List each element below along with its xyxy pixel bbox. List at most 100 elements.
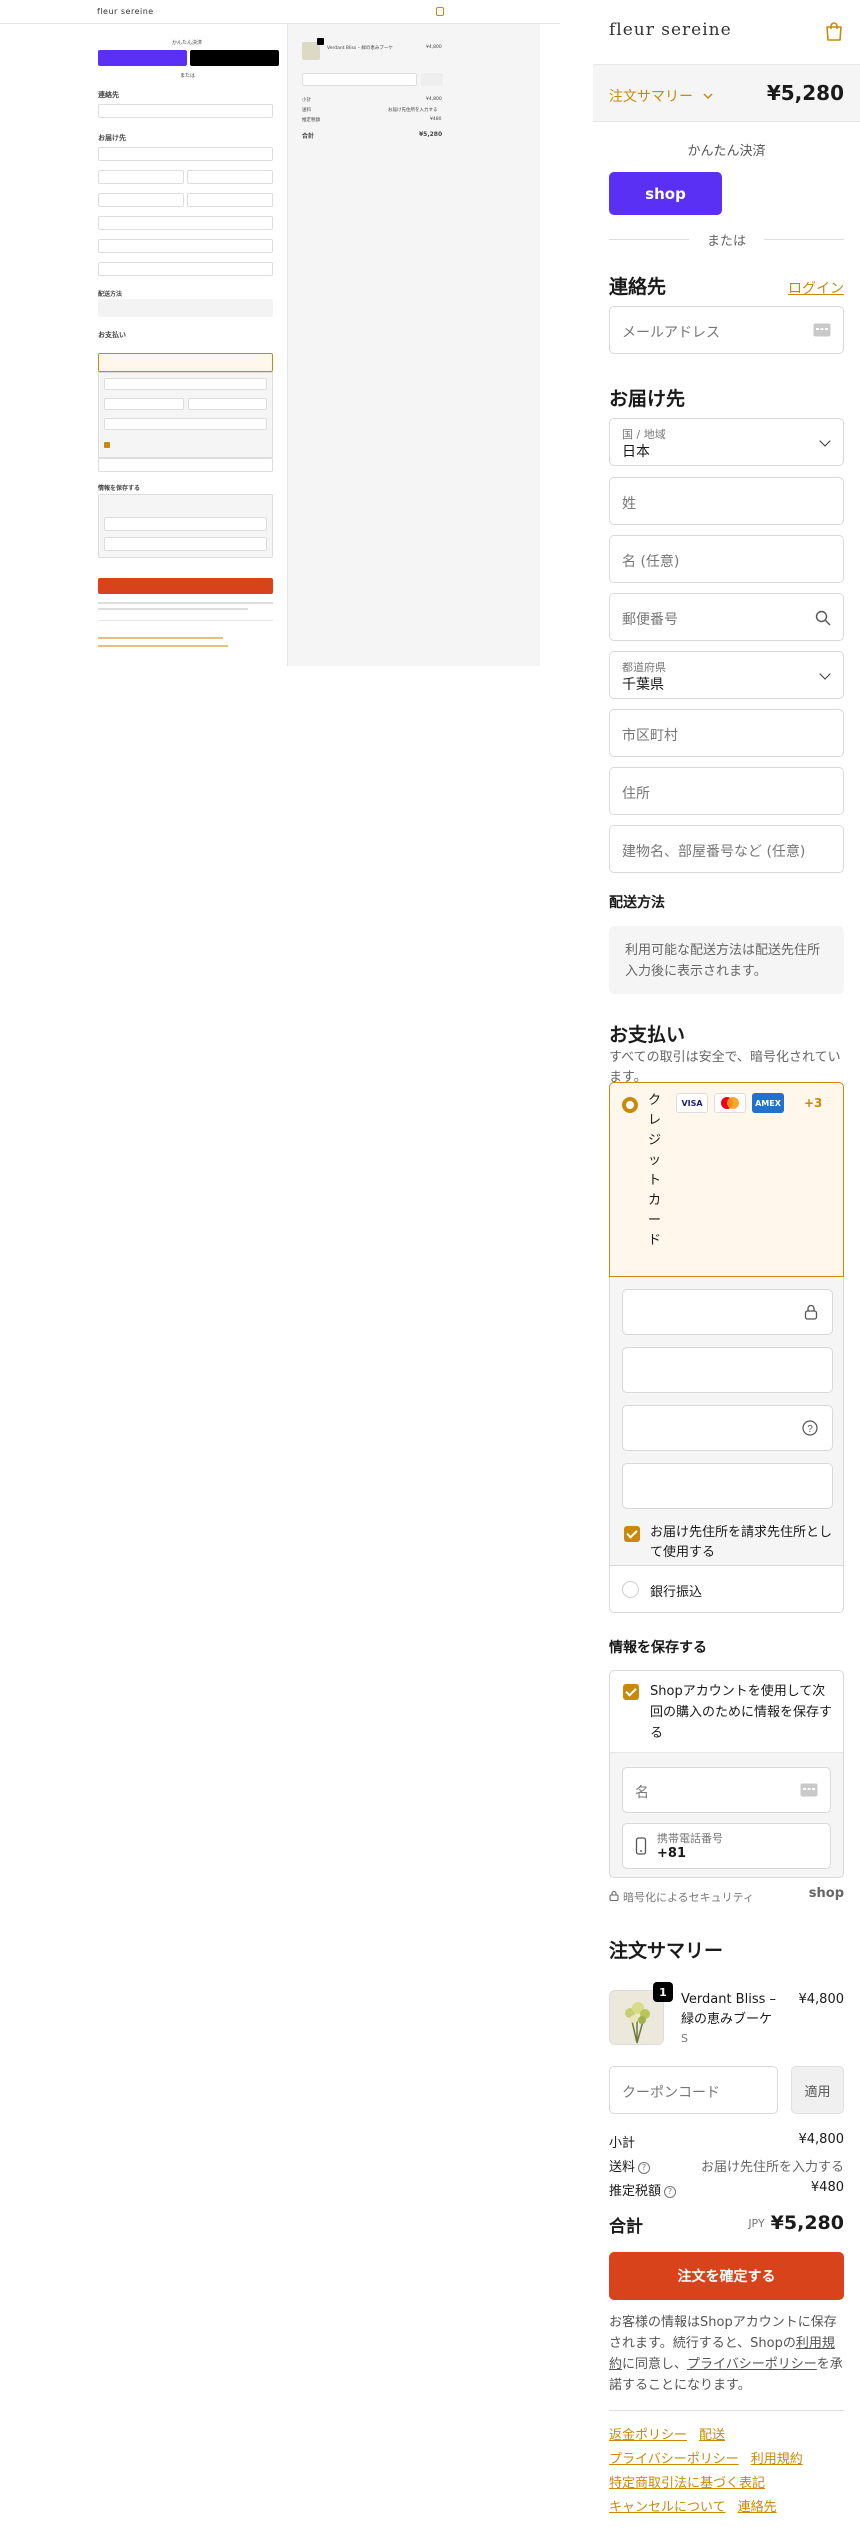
preview-coupon-field [302,73,417,86]
preview-footer-links [98,645,228,647]
preview-subtotal-value: ¥4,800 [426,97,442,102]
save-name-field[interactable]: 名 [622,1767,831,1813]
shop-save-option[interactable]: Shopアカウントを使用して次回の購入のために情報を保存する [610,1671,843,1753]
credit-card-radio[interactable] [622,1097,638,1113]
preview-shipping-value: お届け先住所を入力する [388,108,438,113]
help-icon[interactable]: ? [802,1420,818,1436]
delivery-title: お届け先 [609,388,686,410]
expiry-field[interactable] [622,1347,833,1393]
country-select[interactable]: 国 / 地域 日本 [609,418,844,466]
product-price: ¥4,800 [798,1992,845,2007]
preview-card-expiry [104,398,184,410]
mastercard-icon [714,1093,746,1113]
prefecture-select[interactable]: 都道府県 千葉県 [609,651,844,699]
city-field[interactable]: 市区町村 [609,709,844,757]
footer-links-row: キャンセルについて 連絡先 [609,2496,844,2515]
security-code-field[interactable]: ? [622,1405,833,1451]
desktop-preview-thumbnail: fleur sereine かんたん決済 または 連絡先 お届け先 配送方法 お… [0,0,560,680]
secure-label: 暗号化によるセキュリティ [623,1891,755,1904]
coupon-field[interactable]: クーポンコード [609,2066,778,2114]
apply-coupon-button[interactable]: 適用 [791,2066,844,2114]
order-summary-toggle[interactable]: 注文サマリー [609,86,713,106]
footer-link-terms[interactable]: 利用規約 [751,2452,803,2467]
phone-field[interactable]: 携帯電話番号 +81 [622,1823,831,1869]
bank-transfer-label: 銀行振込 [650,1585,703,1600]
phone-prefix: +81 [657,1846,686,1861]
address-field[interactable]: 住所 [609,767,844,815]
privacy-link[interactable]: プライバシーポリシー [687,2357,817,2372]
card-details-panel: ? お届け先住所を請求先住所として使用する [609,1277,844,1565]
card-name-field[interactable] [622,1463,833,1509]
card-number-field[interactable] [622,1289,833,1335]
store-header: fleur sereine [593,0,860,64]
preview-order-summary-panel [287,24,540,666]
footer-link-shipping[interactable]: 配送 [699,2428,725,2443]
shopping-bag-icon[interactable] [824,20,844,42]
amex-icon: AMEX [752,1093,784,1113]
preview-total-value: ¥5,280 [419,131,443,138]
postal-code-field[interactable]: 郵便番号 [609,593,844,641]
subtotal-label: 小計 [609,2136,636,2151]
building-field[interactable]: 建物名、部屋番号など (任意) [609,825,844,873]
bank-transfer-radio[interactable] [622,1581,639,1598]
preview-payment-title: お支払い [98,331,126,339]
footer-divider [609,2410,844,2411]
last-name-field[interactable]: 姓 [609,477,844,525]
preview-prefecture-field [187,193,273,207]
preview-footer-divider [98,620,273,621]
footer-links-row: 返金ポリシー 配送 [609,2424,844,2443]
quantity-badge: 1 [653,1982,673,2002]
email-field[interactable]: メールアドレス [609,306,844,354]
footer-link-privacy[interactable]: プライバシーポリシー [609,2452,739,2467]
save-info-box: Shopアカウントを使用して次回の購入のために情報を保存する 名 携帯電話番号 … [609,1670,844,1878]
footer-links-row: プライバシーポリシー 利用規約 [609,2448,844,2467]
store-logo[interactable]: fleur sereine [609,20,732,40]
lock-icon [804,1304,818,1320]
billing-same-checkbox[interactable] [624,1526,640,1542]
shop-save-checkbox[interactable] [623,1684,639,1700]
shop-brand-logo: shop [808,1886,844,1901]
preview-save-name [104,517,267,531]
building-placeholder: 建物名、部屋番号など (任意) [622,844,806,860]
bank-transfer-option[interactable]: 銀行振込 [609,1565,844,1613]
shop-pay-button[interactable]: shop [609,172,722,215]
preview-city-field [98,216,273,230]
footer-link-cancellation[interactable]: キャンセルについて [609,2500,726,2515]
preview-consent-line [98,602,273,604]
confirm-order-button[interactable]: 注文を確定する [609,2252,844,2300]
preview-contact-title: 連絡先 [98,91,119,99]
shop-save-label: Shopアカウントを使用して次回の購入のために情報を保存する [650,1684,833,1741]
preview-card-number [104,378,267,390]
preview-express-title: かんたん決済 [172,40,203,46]
consent-mid: に同意し、 [622,2357,688,2372]
credit-card-label: クレジットカード [648,1093,662,1248]
chevron-down-icon [819,668,831,680]
footer-link-refund[interactable]: 返金ポリシー [609,2428,687,2443]
help-icon[interactable]: ? [638,2162,651,2174]
preview-confirm-button [98,578,273,594]
autofill-card-icon[interactable] [813,323,831,337]
help-icon[interactable]: ? [664,2186,677,2198]
shipping-method-title: 配送方法 [609,895,665,911]
autofill-card-icon[interactable] [800,1783,818,1797]
tax-label: 推定税額 [609,2184,662,2199]
first-name-placeholder: 名 (任意) [622,554,680,570]
credit-card-option[interactable]: クレジットカード VISA AMEX +3 [609,1082,844,1277]
preview-firstname-field [187,170,273,184]
footer-link-contact[interactable]: 連絡先 [738,2500,777,2515]
preview-consent-line [98,608,248,610]
svg-text:?: ? [807,1424,813,1435]
first-name-field[interactable]: 名 (任意) [609,535,844,583]
search-icon[interactable] [815,610,831,626]
phone-label: 携帯電話番号 [657,1832,723,1845]
preview-quantity-badge [317,38,324,45]
order-summary-toggle-label: 注文サマリー [609,89,693,105]
save-info-title: 情報を保存する [609,1640,707,1656]
order-summary-toggle-bar[interactable]: 注文サマリー ¥5,280 [593,64,860,122]
prefecture-label: 都道府県 [622,661,666,674]
save-name-placeholder: 名 [635,1785,649,1801]
login-link[interactable]: ログイン [788,278,844,298]
currency-code: JPY [748,2217,765,2230]
footer-link-tokushoho[interactable]: 特定商取引法に基づく表記 [609,2476,765,2491]
order-summary-title: 注文サマリー [609,1940,724,1962]
